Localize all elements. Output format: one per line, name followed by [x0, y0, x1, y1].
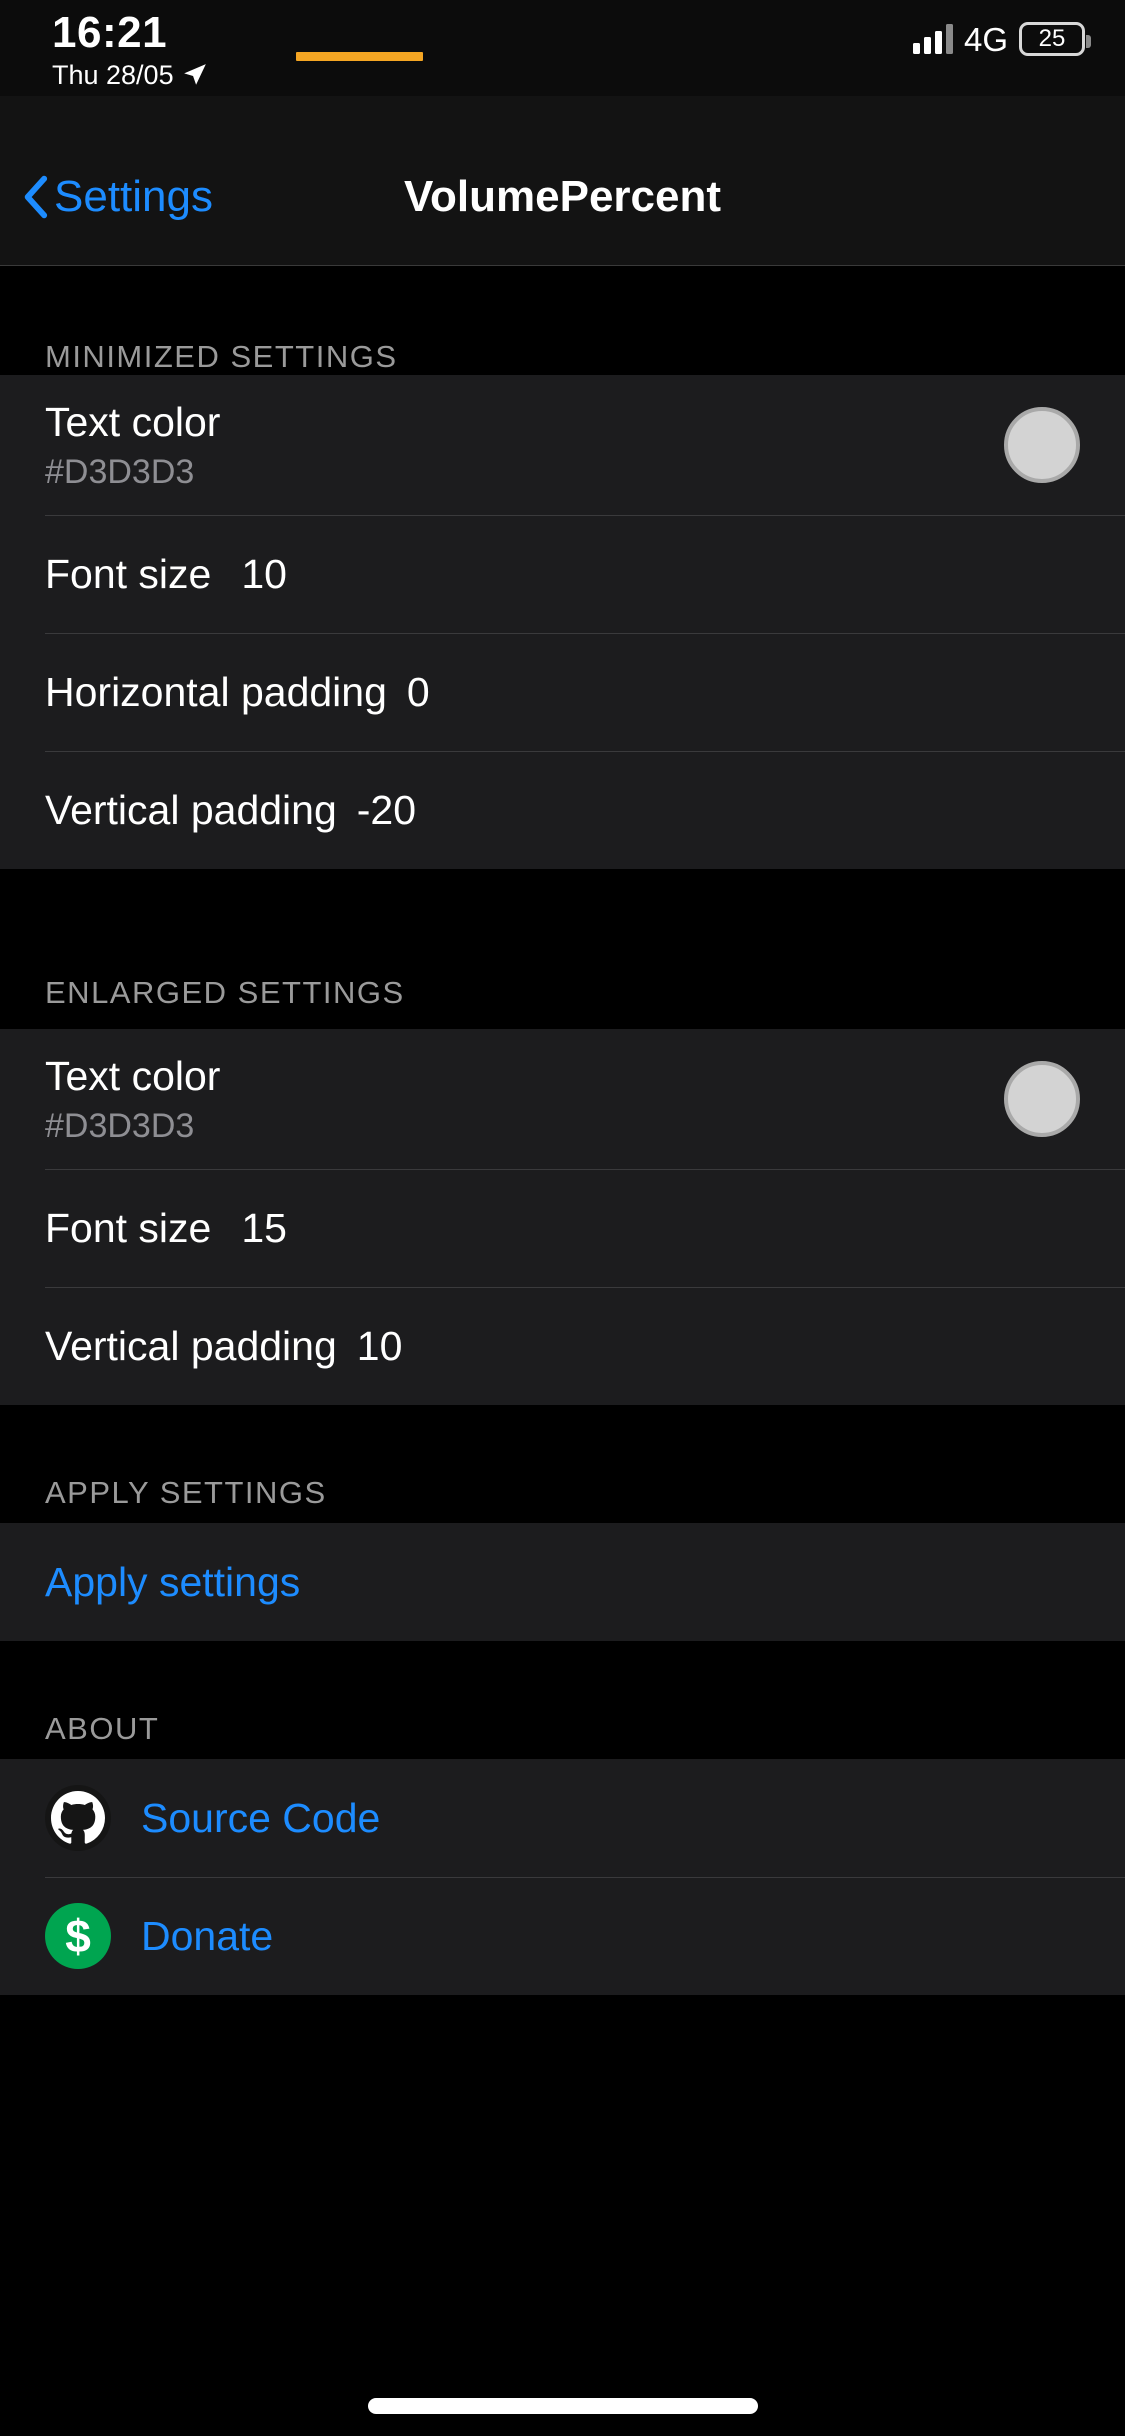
dollar-glyph: $ [65, 1910, 91, 1962]
color-swatch-enlarged[interactable] [1004, 1061, 1080, 1137]
section-header-minimized: MINIMIZED SETTINGS [45, 339, 398, 374]
row-label: Text color [45, 399, 221, 445]
section-enlarged-settings: Text color #D3D3D3 Font size 15 Vertical… [0, 1029, 1125, 1405]
row-label: Vertical padding [45, 1323, 337, 1369]
recording-indicator-bar [296, 52, 423, 61]
row-label: Vertical padding [45, 787, 337, 833]
section-about: Source Code $ Donate [0, 1759, 1125, 1995]
row-label: Text color [45, 1053, 221, 1099]
apply-settings-label: Apply settings [45, 1559, 301, 1605]
row-label: Font size [45, 1205, 212, 1251]
home-indicator[interactable] [367, 2398, 758, 2414]
page-title: VolumePercent [403, 172, 722, 221]
phone-screen: 16:21 Thu 28/05 4G 25 Settings VolumePer… [0, 0, 1125, 2436]
row-apply-settings[interactable]: Apply settings [0, 1523, 1125, 1641]
color-swatch-minimized[interactable] [1004, 407, 1080, 483]
row-font-size-minimized[interactable]: Font size 10 [0, 515, 1125, 633]
donate-label: Donate [141, 1913, 274, 1959]
github-icon [45, 1785, 111, 1851]
section-header-apply: APPLY SETTINGS [45, 1475, 327, 1510]
status-bar: 16:21 Thu 28/05 4G 25 [0, 0, 1125, 96]
row-label: Horizontal padding [45, 669, 387, 715]
network-type-label: 4G [963, 20, 1008, 58]
row-subtitle: #D3D3D3 [45, 453, 195, 491]
row-label: Font size [45, 551, 212, 597]
row-value[interactable]: 10 [241, 550, 287, 598]
battery-icon: 25 [1019, 22, 1091, 56]
row-donate[interactable]: $ Donate [0, 1877, 1125, 1995]
source-code-label: Source Code [141, 1795, 381, 1841]
status-bar-right: 4G 25 [912, 20, 1091, 58]
row-value[interactable]: 0 [407, 668, 430, 716]
row-vertical-padding-minimized[interactable]: Vertical padding -20 [0, 751, 1125, 869]
row-value[interactable]: 15 [241, 1204, 287, 1252]
status-bar-clock: 16:21 [52, 8, 168, 57]
row-text-color-minimized[interactable]: Text color #D3D3D3 [0, 375, 1125, 515]
section-minimized-settings: Text color #D3D3D3 Font size 10 Horizont… [0, 375, 1125, 869]
navigation-bar: Settings VolumePercent [0, 96, 1125, 266]
dollar-icon: $ [45, 1903, 111, 1969]
status-bar-left: 16:21 Thu 28/05 [52, 8, 208, 90]
section-apply-settings: Apply settings [0, 1523, 1125, 1641]
row-horizontal-padding-minimized[interactable]: Horizontal padding 0 [0, 633, 1125, 751]
status-bar-date: Thu 28/05 [52, 60, 174, 90]
location-arrow-icon [182, 62, 208, 88]
row-text-color-enlarged[interactable]: Text color #D3D3D3 [0, 1029, 1125, 1169]
row-value[interactable]: -20 [357, 786, 416, 834]
battery-percent-label: 25 [1038, 25, 1066, 52]
row-value[interactable]: 10 [357, 1322, 403, 1370]
cellular-signal-icon [912, 24, 953, 54]
row-font-size-enlarged[interactable]: Font size 15 [0, 1169, 1125, 1287]
settings-list[interactable]: MINIMIZED SETTINGS Text color #D3D3D3 Fo… [0, 267, 1125, 2436]
row-vertical-padding-enlarged[interactable]: Vertical padding 10 [0, 1287, 1125, 1405]
section-header-about: ABOUT [45, 1711, 160, 1746]
row-source-code[interactable]: Source Code [0, 1759, 1125, 1877]
row-subtitle: #D3D3D3 [45, 1107, 195, 1145]
section-header-enlarged: ENLARGED SETTINGS [45, 975, 405, 1010]
